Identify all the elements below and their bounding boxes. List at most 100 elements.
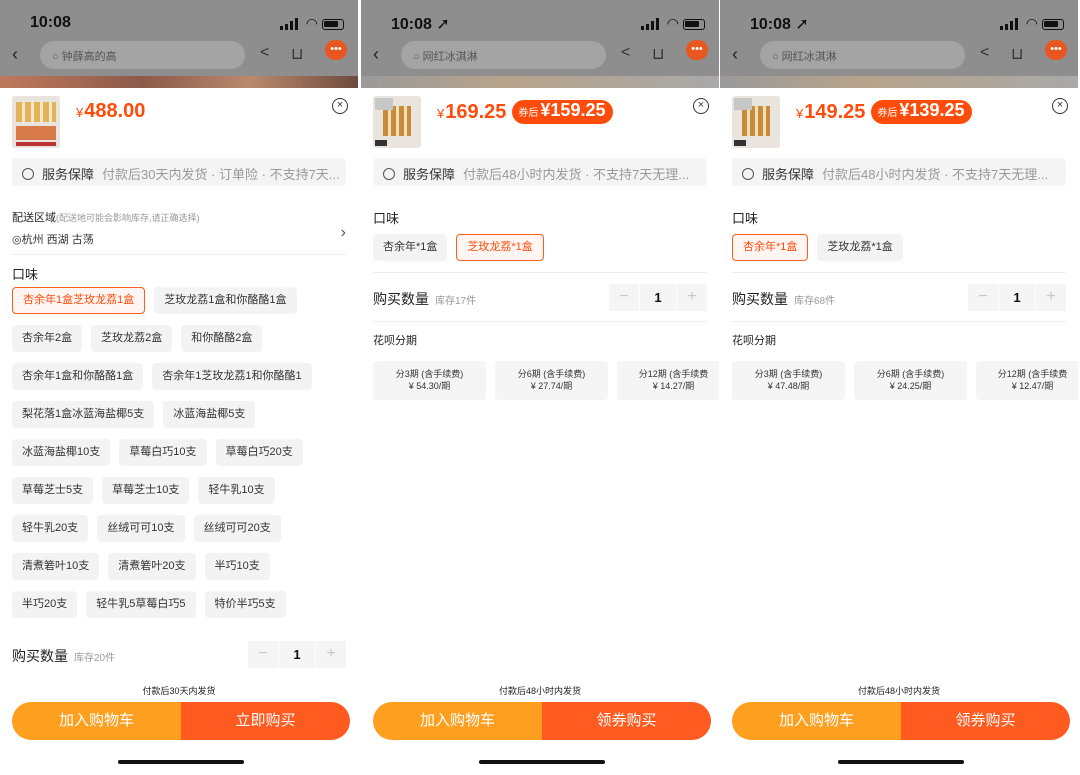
flavor-option[interactable]: 梨花落1盒冰蓝海盐椰5支 [12,401,155,428]
close-icon[interactable]: × [332,98,348,114]
search-box[interactable]: ○ 钟薛高的高 [40,41,245,69]
flavor-option[interactable]: 半巧20支 [12,591,78,618]
status-time: 10:08 ➚ [391,14,450,34]
decrease-button[interactable]: − [248,641,278,668]
installment-option[interactable]: 分3期 (含手续费) ¥ 54.30/期 [373,361,486,400]
share-icon[interactable]: < [621,44,630,62]
flavor-option[interactable]: 芝玫龙荔*1盒 [456,234,544,261]
back-icon[interactable]: ‹ [373,44,379,65]
flavor-option[interactable]: 丝绒可可10支 [97,515,185,542]
decrease-button[interactable]: − [609,284,639,311]
service-guarantee[interactable]: 服务保障 付款后48小时内发货 · 不支持7天无理... [373,158,707,186]
installment-amount: ¥ 12.47/期 [1011,381,1054,391]
quantity-stepper[interactable]: − 1 + [609,284,707,311]
share-icon[interactable]: < [980,44,989,62]
quantity-stepper[interactable]: − 1 + [248,641,346,668]
flavor-option[interactable]: 清煮箬叶20支 [108,553,196,580]
flavor-option[interactable]: 杏余年*1盒 [732,234,809,261]
installment-plan: 分6期 (含手续费) [517,369,586,379]
installment-option[interactable]: 分12期 (含手续费 ¥ 12.47/期 [976,361,1078,400]
product-banner-strip [720,76,1078,88]
installment-option[interactable]: 分6期 (含手续费) ¥ 27.74/期 [495,361,608,400]
service-guarantee[interactable]: 服务保障 付款后48小时内发货 · 不支持7天无理... [732,158,1066,186]
service-guarantee[interactable]: 服务保障 付款后30天内发货 · 订单险 · 不支持7天... [12,158,346,186]
shipping-note: 付款后48小时内发货 [498,686,581,696]
search-text: 网红冰淇淋 [781,51,837,63]
product-thumbnail[interactable] [373,96,421,148]
flavor-option[interactable]: 特价半巧5支 [204,591,286,618]
divider [373,321,707,322]
decrease-button[interactable]: − [968,284,998,311]
claim-coupon-buy-button[interactable]: 领券购买 [901,702,1070,740]
search-box[interactable]: ○ 网红冰淇淋 [760,41,965,69]
flavor-option[interactable]: 杏余年2盒 [12,325,83,352]
flavor-option[interactable]: 清煮箬叶10支 [12,553,100,580]
flavor-option[interactable]: 和你酪酪2盒 [181,325,263,352]
flavor-option[interactable]: 芝玫龙荔2盒 [91,325,173,352]
quantity-value[interactable]: 1 [279,641,315,668]
add-to-cart-button[interactable]: 加入购物车 [12,702,181,740]
close-icon[interactable]: × [1052,98,1068,114]
cart-icon[interactable]: ⊔ [291,44,303,64]
installment-option[interactable]: 分3期 (含手续费) ¥ 47.48/期 [732,361,845,400]
service-detail: 付款后48小时内发货 · 不支持7天无理... [463,167,690,182]
increase-button[interactable]: + [1036,284,1066,311]
service-detail: 付款后30天内发货 · 订单险 · 不支持7天... [102,167,340,182]
close-icon[interactable]: × [693,98,709,114]
message-icon[interactable]: ••• [325,40,347,60]
flavor-option[interactable]: 草莓白巧20支 [215,439,303,466]
price-value: 169.25 [445,101,507,123]
quantity-value[interactable]: 1 [640,284,676,311]
increase-button[interactable]: + [677,284,707,311]
sku-sheet-panel-2: 10:08 ➚ ◠ ‹ ○ 网红冰淇淋 < ⊔ ••• ¥169.25 券后 ¥159… [361,0,719,775]
quantity-label: 购买数量 [732,291,788,307]
service-label: 服务保障 [403,167,456,182]
installment-plan: 分6期 (含手续费) [876,369,945,379]
flavor-option[interactable]: 冰蓝海盐椰10支 [12,439,111,466]
price-value: 488.00 [84,100,146,122]
installment-options: 分3期 (含手续费) ¥ 54.30/期 分6期 (含手续费) ¥ 27.74/期 分1… [373,361,719,400]
flavor-option[interactable]: 杏余年1盒和你酪酪1盒 [12,363,144,390]
add-to-cart-button[interactable]: 加入购物车 [373,702,542,740]
flavor-option[interactable]: 杏余年*1盒 [373,234,448,261]
flavor-option[interactable]: 轻牛乳20支 [12,515,89,542]
product-thumbnail[interactable] [732,96,780,148]
search-text: 钟薛高的高 [61,51,117,63]
flavor-option[interactable]: 冰蓝海盐椰5支 [163,401,256,428]
flavor-option[interactable]: 杏余年1盒芝玫龙荔1盒 [12,287,146,314]
share-icon[interactable]: < [260,44,269,62]
flavor-options: 杏余年*1盒 芝玫龙荔*1盒 [732,234,1072,272]
flavor-option[interactable]: 芝玫龙荔*1盒 [817,234,903,261]
installment-option[interactable]: 分12期 (含手续费 ¥ 14.27/期 [617,361,719,400]
installment-option[interactable]: 分6期 (含手续费) ¥ 24.25/期 [854,361,967,400]
product-thumbnail[interactable] [12,96,60,148]
flavor-option[interactable]: 芝玫龙荔1盒和你酪酪1盒 [154,287,297,314]
back-icon[interactable]: ‹ [12,44,18,65]
quantity-stepper[interactable]: − 1 + [968,284,1066,311]
flavor-option[interactable]: 轻牛乳5草莓白巧5 [86,591,196,618]
installment-amount: ¥ 27.74/期 [530,381,573,391]
wifi-icon: ◠ [666,15,679,31]
flavor-option[interactable]: 半巧10支 [204,553,270,580]
message-icon[interactable]: ••• [1045,40,1067,60]
chevron-right-icon: › [340,224,346,241]
sku-sheet: ¥488.00 × 服务保障 付款后30天内发货 · 订单险 · 不支持7天...… [0,88,358,775]
flavor-option[interactable]: 草莓芝士10支 [102,477,190,504]
back-icon[interactable]: ‹ [732,44,738,65]
buy-now-button[interactable]: 立即购买 [181,702,350,740]
flavor-option[interactable]: 草莓芝士5支 [12,477,94,504]
cart-icon[interactable]: ⊔ [1011,44,1023,64]
quantity-value[interactable]: 1 [999,284,1035,311]
flavor-option[interactable]: 杏余年1芝玫龙荔1和你酪酪1 [152,363,312,390]
flavor-option[interactable]: 轻牛乳10支 [198,477,275,504]
claim-coupon-buy-button[interactable]: 领券购买 [542,702,711,740]
message-icon[interactable]: ••• [686,40,708,60]
increase-button[interactable]: + [316,641,346,668]
flavor-option[interactable]: 丝绒可可20支 [193,515,281,542]
delivery-area[interactable]: 配送区域(配送地可能会影响库存,请正确选择) ◎杭州 西湖 古荡 › [12,208,346,248]
add-to-cart-button[interactable]: 加入购物车 [732,702,901,740]
flavor-option[interactable]: 草莓白巧10支 [119,439,207,466]
cart-icon[interactable]: ⊔ [652,44,664,64]
nav-bar: ‹ ○ 网红冰淇淋 < ⊔ ••• [361,38,719,72]
search-box[interactable]: ○ 网红冰淇淋 [401,41,606,69]
